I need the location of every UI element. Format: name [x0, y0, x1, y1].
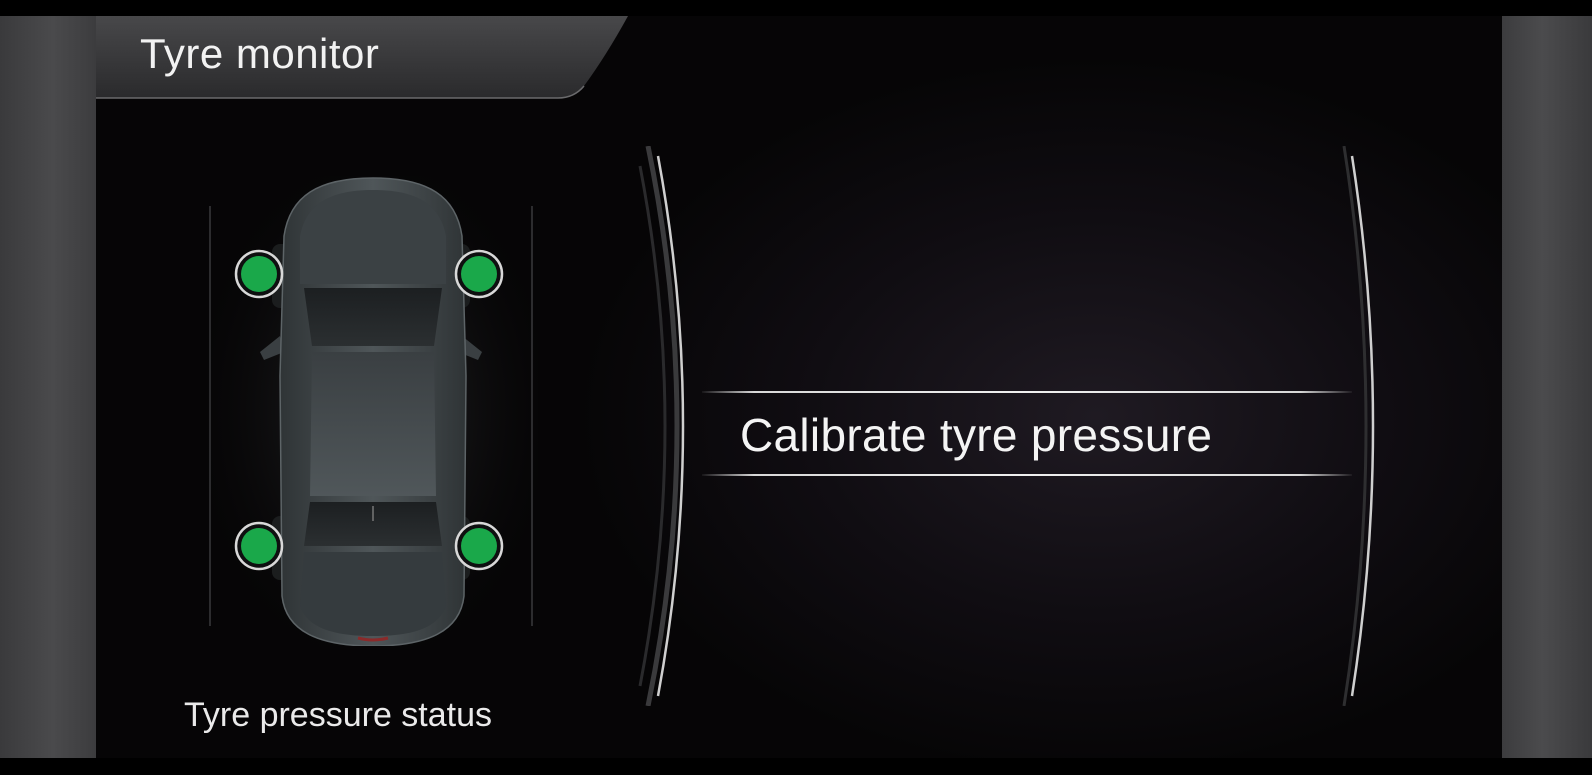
tyre-pressure-status-label: Tyre pressure status [184, 696, 493, 734]
selection-line-bottom [702, 474, 1352, 476]
tyre-indicator-front-right [454, 249, 504, 299]
menu-item-label: Calibrate tyre pressure [740, 409, 1213, 461]
display-frame: Tyre monitor Tyre pressure status Calibr… [0, 0, 1592, 775]
tyre-indicator-front-left [234, 249, 284, 299]
bezel-left [0, 16, 96, 758]
menu-item-calibrate-tyre-pressure[interactable]: Calibrate tyre pressure [702, 391, 1352, 477]
bezel-right [1502, 16, 1592, 758]
page-title: Tyre monitor [140, 30, 380, 77]
tyre-monitor-screen: Tyre monitor Tyre pressure status Calibr… [96, 16, 1502, 758]
tyre-indicator-rear-right [454, 521, 504, 571]
selection-line-top [702, 391, 1352, 393]
car-top-view [208, 176, 538, 646]
menu-bracket-right [1342, 146, 1375, 706]
tyre-indicator-rear-left [234, 521, 284, 571]
menu-bracket-left [638, 146, 685, 706]
